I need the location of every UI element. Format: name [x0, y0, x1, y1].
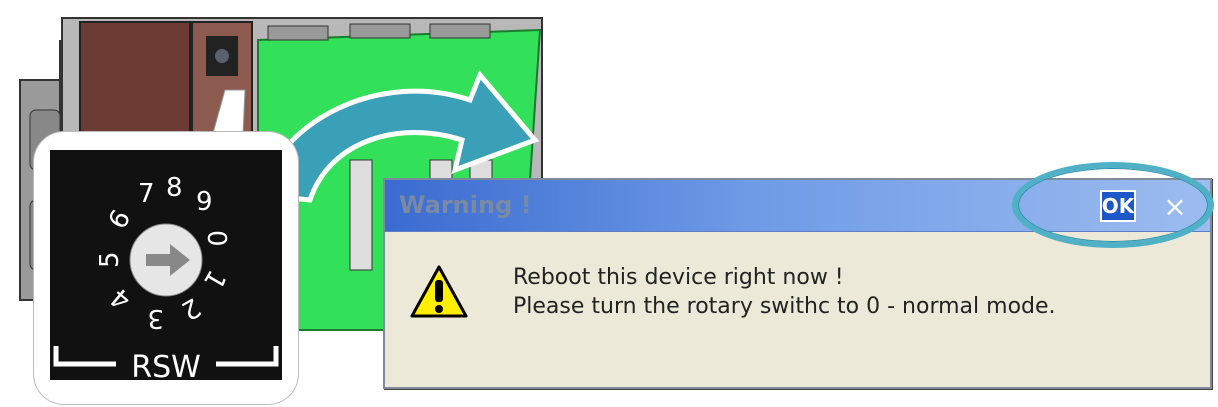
svg-text:7: 7 [138, 179, 155, 209]
rotary-switch: 9 0 1 2 3 4 5 6 7 8 RSW [50, 150, 282, 385]
rotary-dial-icon: 9 0 1 2 3 4 5 6 7 8 [53, 173, 279, 367]
svg-text:1: 1 [197, 265, 231, 294]
svg-text:4: 4 [105, 281, 137, 315]
warning-icon [410, 265, 468, 318]
svg-text:8: 8 [166, 173, 183, 203]
dialog-title: Warning ! [399, 191, 532, 219]
message-line-1: Reboot this device right now ! [513, 265, 844, 290]
svg-text:3: 3 [147, 303, 164, 333]
rsw-label: RSW [131, 350, 201, 385]
svg-text:2: 2 [176, 291, 205, 325]
svg-text:0: 0 [201, 230, 231, 247]
svg-text:9: 9 [196, 187, 213, 217]
highlight-ring [1012, 162, 1214, 248]
rotary-switch-callout: 9 0 1 2 3 4 5 6 7 8 RSW [34, 132, 298, 404]
message-line-2: Please turn the rotary swithc to 0 - nor… [513, 294, 1056, 319]
svg-text:5: 5 [95, 251, 125, 268]
svg-text:6: 6 [103, 205, 137, 234]
